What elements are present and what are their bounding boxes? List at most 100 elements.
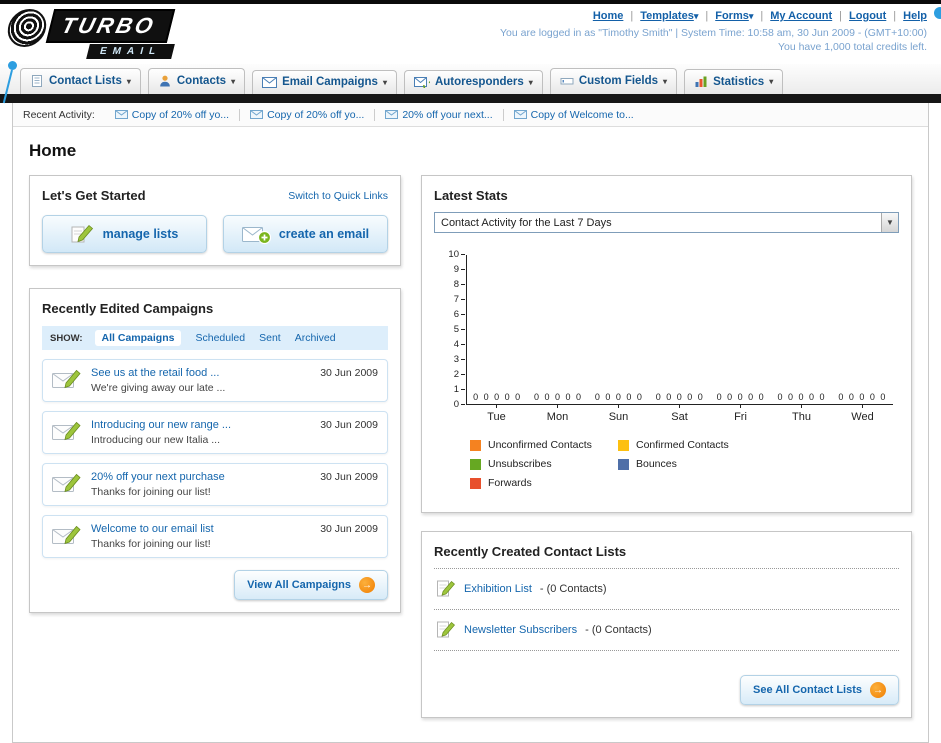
list-pencil-icon bbox=[436, 578, 456, 600]
button-label: manage lists bbox=[102, 227, 179, 241]
corner-dot-decoration bbox=[934, 7, 941, 19]
logo-title: TURBO bbox=[45, 9, 176, 43]
chart-value-labels: 0 0 0 0 0 bbox=[838, 392, 887, 402]
view-all-campaigns-label: View All Campaigns bbox=[247, 579, 351, 591]
campaign-filter-archived[interactable]: Archived bbox=[295, 332, 336, 344]
header-link-my-account[interactable]: My Account bbox=[770, 10, 832, 22]
dropdown-caret-icon: ▾ bbox=[382, 77, 387, 87]
chart-x-axis-row: Tue Mon Sun Sat Fri Thu Wed bbox=[440, 405, 893, 423]
chart-value-labels: 0 0 0 0 0 bbox=[777, 392, 826, 402]
campaigns-panel-title: Recently Edited Campaigns bbox=[42, 301, 214, 316]
activity-envelope-icon bbox=[513, 110, 527, 119]
legend-label: Bounces bbox=[636, 458, 677, 470]
x-axis-label: Sun bbox=[588, 405, 649, 423]
contact-list-item[interactable]: Exhibition List - (0 Contacts) bbox=[434, 569, 899, 610]
header-link-help[interactable]: Help bbox=[903, 10, 927, 22]
legend-item-unsubscribes: Unsubscribes bbox=[470, 458, 618, 470]
contact-list-item[interactable]: Newsletter Subscribers - (0 Contacts) bbox=[434, 610, 899, 651]
recent-activity-item[interactable]: Copy of Welcome to... bbox=[504, 109, 644, 121]
campaign-filters: All Campaigns Scheduled Sent Archived bbox=[94, 330, 336, 346]
contact-list-link[interactable]: Newsletter Subscribers bbox=[464, 624, 577, 636]
campaign-filter-scheduled[interactable]: Scheduled bbox=[195, 332, 245, 344]
see-all-contact-lists-button[interactable]: See All Contact Lists → bbox=[739, 675, 899, 705]
stats-period-select[interactable]: Contact Activity for the Last 7 Days ▼ bbox=[434, 212, 899, 233]
dropdown-caret-icon: ▾ bbox=[693, 11, 699, 21]
nav-tab-label: Contact Lists bbox=[49, 75, 122, 87]
y-tick-label: 6 bbox=[453, 309, 466, 320]
x-axis-label: Wed bbox=[832, 405, 893, 423]
statistics-icon bbox=[694, 75, 708, 88]
header-link-separator: | bbox=[630, 10, 634, 22]
recent-activity-item[interactable]: Copy of 20% off yo... bbox=[105, 108, 241, 121]
email-campaigns-icon bbox=[262, 76, 278, 88]
campaign-subtitle: Introducing our new Italia ... bbox=[91, 434, 220, 446]
dropdown-caret-icon: ▾ bbox=[663, 76, 668, 86]
nav-tab-custom-fields[interactable]: Custom Fields ▾ bbox=[549, 68, 678, 94]
nav-tab-contact-lists[interactable]: Contact Lists ▾ bbox=[20, 68, 141, 94]
page-title: Home bbox=[29, 141, 77, 160]
contact-list-link[interactable]: Exhibition List bbox=[464, 583, 532, 595]
x-axis-label: Sat bbox=[649, 405, 710, 423]
nav-tab-autoresponders[interactable]: Autoresponders ▾ bbox=[403, 70, 543, 94]
y-tick-label: 8 bbox=[453, 279, 466, 290]
recent-activity-item[interactable]: Copy of 20% off yo... bbox=[240, 108, 376, 121]
dropdown-caret-icon: ▾ bbox=[748, 11, 754, 21]
recent-activity-item[interactable]: 20% off your next... bbox=[375, 108, 504, 121]
legend-label: Unconfirmed Contacts bbox=[488, 439, 592, 451]
dropdown-caret-icon: ▾ bbox=[528, 77, 533, 87]
button-label: create an email bbox=[278, 227, 370, 241]
header-link-forms[interactable]: Forms ▾ bbox=[715, 10, 753, 22]
campaign-info: Welcome to our email list Thanks for join… bbox=[91, 523, 311, 550]
dashboard-columns: Let's Get Started Switch to Quick Links … bbox=[29, 175, 912, 718]
get-started-title: Let's Get Started bbox=[42, 188, 146, 203]
legend-item-bounces: Bounces bbox=[618, 458, 766, 470]
header-link-separator: | bbox=[839, 10, 843, 22]
legend-label: Confirmed Contacts bbox=[636, 439, 729, 451]
nav-tab-label: Statistics bbox=[713, 75, 765, 88]
campaign-subtitle: We're giving away our late ... bbox=[91, 382, 226, 394]
campaign-filter-sent[interactable]: Sent bbox=[259, 332, 281, 344]
contact-lists-panel-footer: See All Contact Lists → bbox=[434, 675, 899, 705]
view-all-campaigns-button[interactable]: View All Campaigns → bbox=[234, 570, 388, 600]
campaign-card[interactable]: Welcome to our email list Thanks for join… bbox=[42, 515, 388, 558]
dropdown-caret-icon: ▾ bbox=[231, 76, 236, 86]
chart-zero-row: 0 0 0 0 0 0 0 0 0 0 0 0 0 0 0 0 0 0 0 0 0 0 … bbox=[467, 392, 893, 402]
left-column: Let's Get Started Switch to Quick Links … bbox=[29, 175, 401, 613]
chart-value-labels: 0 0 0 0 0 bbox=[655, 392, 705, 402]
header-link-home[interactable]: Home bbox=[593, 10, 624, 22]
nav-tab-email-campaigns[interactable]: Email Campaigns ▾ bbox=[252, 70, 397, 94]
nav-tab-label: Contacts bbox=[176, 75, 227, 87]
dropdown-arrow-icon: ▼ bbox=[881, 213, 898, 232]
y-tick-label: 2 bbox=[453, 369, 466, 380]
create-an-email-button[interactable]: create an email bbox=[223, 215, 388, 253]
logo-text: TURBO EMAIL bbox=[45, 9, 176, 59]
contact-list-items: Exhibition List - (0 Contacts) Newsletter … bbox=[434, 569, 899, 651]
app-header: TURBO EMAIL Home | Templates ▾ | Forms ▾ | My … bbox=[0, 4, 941, 70]
campaign-card[interactable]: Introducing our new range ... Introducing… bbox=[42, 411, 388, 454]
campaign-card[interactable]: See us at the retail food ... We're givin… bbox=[42, 359, 388, 402]
activity-item-label: 20% off your next... bbox=[402, 108, 493, 121]
page-frame: Recent Activity: Copy of 20% off yo... Co… bbox=[12, 103, 929, 743]
campaign-title-link[interactable]: See us at the retail food ... bbox=[91, 367, 311, 379]
main-nav: Contact Lists ▾ Contacts ▾ Email Campaigns ▾ A… bbox=[0, 64, 941, 94]
legend-item-unconfirmed-contacts: Unconfirmed Contacts bbox=[470, 439, 618, 451]
turbo-email-logo[interactable]: TURBO EMAIL bbox=[5, 9, 176, 70]
campaign-title-link[interactable]: 20% off your next purchase bbox=[91, 471, 311, 483]
login-info: You are logged in as "Timothy Smith" | S… bbox=[500, 27, 927, 39]
activity-item-label: Copy of Welcome to... bbox=[530, 108, 634, 121]
campaign-title-link[interactable]: Welcome to our email list bbox=[91, 523, 311, 535]
header-link-templates[interactable]: Templates ▾ bbox=[640, 10, 698, 22]
campaign-card[interactable]: 20% off your next purchase Thanks for joi… bbox=[42, 463, 388, 506]
campaign-filter-all-campaigns[interactable]: All Campaigns bbox=[94, 330, 182, 346]
nav-tab-contacts[interactable]: Contacts ▾ bbox=[147, 68, 246, 94]
chart-value-labels: 0 0 0 0 0 bbox=[473, 392, 522, 402]
manage-lists-button[interactable]: manage lists bbox=[42, 215, 207, 253]
campaigns-panel-footer: View All Campaigns → bbox=[42, 570, 388, 600]
header-link-logout[interactable]: Logout bbox=[849, 10, 886, 22]
y-tick-label: 0 bbox=[453, 399, 466, 410]
y-tick-label: 7 bbox=[453, 294, 466, 305]
switch-to-quick-links-link[interactable]: Switch to Quick Links bbox=[288, 190, 388, 202]
campaign-title-link[interactable]: Introducing our new range ... bbox=[91, 419, 311, 431]
contacts-icon bbox=[158, 74, 172, 88]
nav-tab-statistics[interactable]: Statistics ▾ bbox=[684, 69, 784, 94]
